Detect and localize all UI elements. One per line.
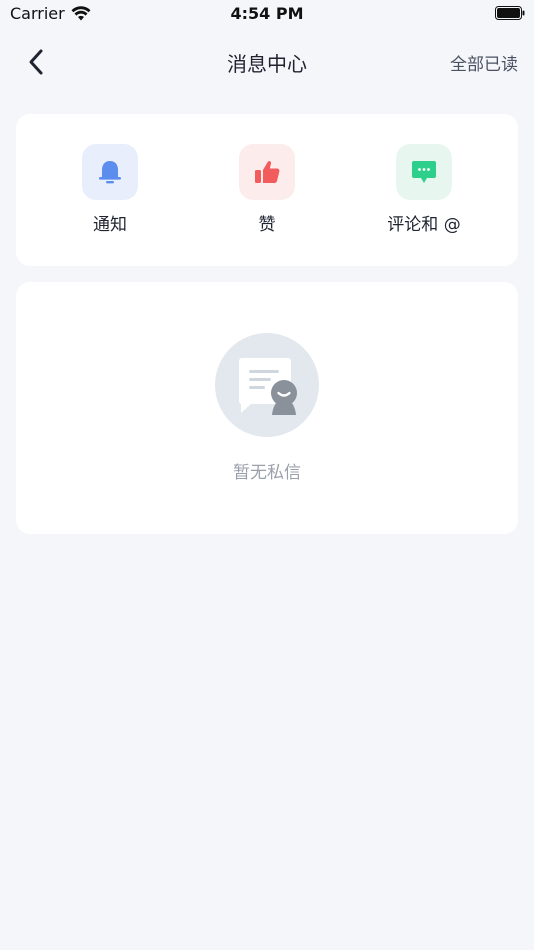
thumbs-up-icon-tile: [239, 144, 295, 200]
category-comments[interactable]: 评论和 @: [364, 144, 484, 235]
thumbs-up-icon: [255, 161, 280, 183]
empty-messages-icon: [215, 333, 319, 437]
back-button[interactable]: [18, 44, 54, 80]
status-time: 4:54 PM: [230, 4, 304, 23]
private-messages-card: 暂无私信: [16, 282, 518, 534]
status-bar: Carrier 4:54 PM: [0, 0, 534, 28]
empty-state-text: 暂无私信: [233, 463, 301, 483]
category-notifications[interactable]: 通知: [50, 144, 170, 235]
chevron-left-icon: [29, 49, 43, 75]
category-likes[interactable]: 赞: [207, 144, 327, 235]
battery-icon: [495, 6, 525, 20]
nav-bar: 消息中心 全部已读: [0, 36, 534, 88]
comment-icon: [412, 161, 436, 183]
bell-icon: [99, 161, 121, 184]
category-card: 通知 赞 评论和 @: [16, 114, 518, 266]
mark-all-read-button[interactable]: 全部已读: [450, 50, 518, 75]
category-label: 赞: [258, 215, 276, 235]
bell-icon-tile: [82, 144, 138, 200]
category-label: 评论和 @: [387, 215, 461, 235]
comment-icon-tile: [396, 144, 452, 200]
category-label: 通知: [93, 215, 127, 235]
